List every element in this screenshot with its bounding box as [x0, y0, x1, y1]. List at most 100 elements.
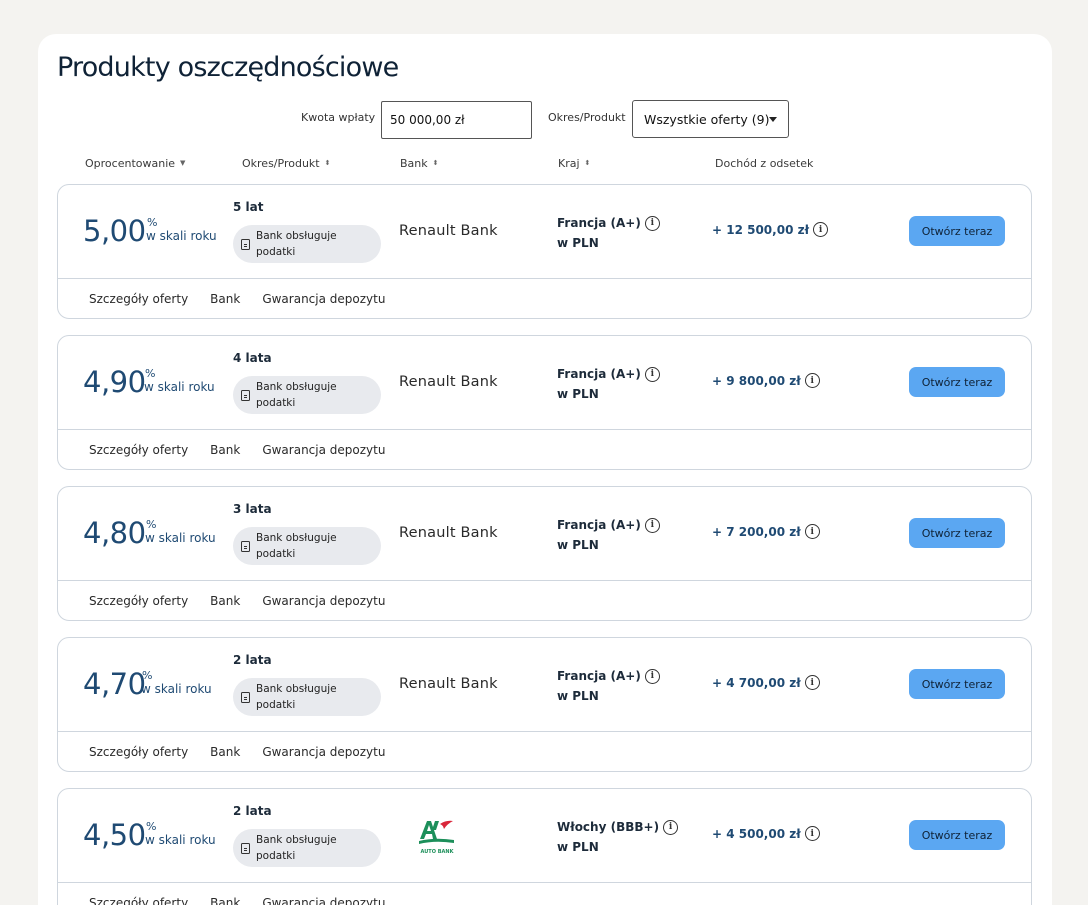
tax-badge-line: Bank obsługuje	[256, 381, 337, 393]
percent-sign: %	[146, 518, 157, 531]
percent-sign: %	[147, 216, 158, 229]
interest-income: + 12 500,00 zł i	[712, 222, 829, 237]
info-icon[interactable]: i	[644, 517, 660, 533]
tax-badge-line: Bank obsługuje	[256, 683, 337, 695]
card-tabs: Szczegóły oferty Bank Gwarancja depozytu	[58, 429, 1031, 469]
info-icon[interactable]: i	[644, 215, 660, 231]
interest-income: + 9 800,00 zł i	[712, 373, 820, 388]
interest-income: + 4 700,00 zł i	[712, 675, 820, 690]
card-tabs: Szczegóły oferty Bank Gwarancja depozytu	[58, 731, 1031, 771]
tab-bank[interactable]: Bank	[210, 443, 240, 457]
tab-offer-details[interactable]: Szczegóły oferty	[89, 594, 188, 608]
period-filter-label: Okres/Produkt	[548, 111, 626, 124]
page-title: Produkty oszczędnościowe	[57, 52, 399, 83]
open-now-button[interactable]: Otwórz teraz	[909, 669, 1005, 699]
sort-icon: ⬍	[324, 159, 331, 167]
percent-sign: %	[146, 820, 157, 833]
tab-bank[interactable]: Bank	[210, 594, 240, 608]
offer-card: 4,80 % w skali roku 3 lata Bank obsługuj…	[57, 486, 1032, 621]
interest-rate: 5,00	[83, 214, 146, 248]
open-now-button[interactable]: Otwórz teraz	[909, 216, 1005, 246]
rate-unit: w skali roku	[144, 380, 215, 394]
income-value: + 4 700,00 zł	[712, 675, 801, 690]
tab-deposit-guarantee[interactable]: Gwarancja depozytu	[262, 896, 385, 905]
rate-unit: w skali roku	[146, 229, 217, 243]
tab-offer-details[interactable]: Szczegóły oferty	[89, 443, 188, 457]
tab-bank[interactable]: Bank	[210, 745, 240, 759]
amount-label: Kwota wpłaty	[301, 111, 376, 124]
amount-input[interactable]	[381, 101, 532, 139]
tax-badge-line: podatki	[256, 246, 296, 258]
country-rating: Francja (A+)	[557, 669, 641, 683]
offer-period: 3 lata	[233, 502, 272, 516]
tab-deposit-guarantee[interactable]: Gwarancja depozytu	[262, 594, 385, 608]
tab-deposit-guarantee[interactable]: Gwarancja depozytu	[262, 292, 385, 306]
period-select[interactable]: Wszystkie oferty (9)	[632, 100, 789, 138]
period-select-value: Wszystkie oferty (9)	[644, 111, 770, 127]
income-value: + 12 500,00 zł	[712, 222, 810, 237]
info-icon[interactable]: i	[804, 826, 820, 841]
open-now-button[interactable]: Otwórz teraz	[909, 518, 1005, 548]
card-tabs: Szczegóły oferty Bank Gwarancja depozytu	[58, 278, 1031, 318]
tax-badge: Bank obsługuje podatki	[233, 527, 381, 565]
info-icon[interactable]: i	[644, 668, 660, 684]
info-icon[interactable]: i	[804, 524, 820, 539]
document-icon	[241, 842, 250, 854]
column-header-income: Dochód z odsetek	[715, 157, 813, 170]
tax-badge-line: podatki	[256, 397, 296, 409]
document-icon	[241, 540, 250, 552]
tab-offer-details[interactable]: Szczegóły oferty	[89, 745, 188, 759]
column-header-bank[interactable]: Bank ⬍	[400, 157, 439, 170]
info-icon[interactable]: i	[804, 373, 820, 388]
column-header-country[interactable]: Kraj ⬍	[558, 157, 590, 170]
tax-badge: Bank obsługuje podatki	[233, 376, 381, 414]
tab-bank[interactable]: Bank	[210, 896, 240, 905]
tab-deposit-guarantee[interactable]: Gwarancja depozytu	[262, 443, 385, 457]
rate-unit: w skali roku	[141, 682, 212, 696]
chevron-down-icon	[769, 117, 777, 122]
card-tabs: Szczegóły oferty Bank Gwarancja depozytu	[58, 580, 1031, 620]
currency: w PLN	[557, 236, 599, 250]
column-header-period[interactable]: Okres/Produkt ⬍	[242, 157, 330, 170]
tab-bank[interactable]: Bank	[210, 292, 240, 306]
tax-badge-line: podatki	[256, 850, 296, 862]
interest-income: + 4 500,00 zł i	[712, 826, 820, 841]
open-now-button[interactable]: Otwórz teraz	[909, 820, 1005, 850]
tab-offer-details[interactable]: Szczegóły oferty	[89, 896, 188, 905]
country-info: Włochy (BBB+) i w PLN	[557, 817, 679, 857]
tax-badge-line: Bank obsługuje	[256, 230, 337, 242]
offer-period: 4 lata	[233, 351, 272, 365]
column-header-label: Kraj	[558, 157, 580, 170]
country-info: Francja (A+) i w PLN	[557, 666, 660, 706]
tax-badge: Bank obsługuje podatki	[233, 225, 381, 263]
card-tabs: Szczegóły oferty Bank Gwarancja depozytu	[58, 882, 1031, 905]
column-header-label: Bank	[400, 157, 428, 170]
info-icon[interactable]: i	[663, 819, 679, 835]
document-icon	[241, 389, 250, 401]
column-header-label: Dochód z odsetek	[715, 157, 814, 170]
tax-badge: Bank obsługuje podatki	[233, 678, 381, 716]
tab-offer-details[interactable]: Szczegóły oferty	[89, 292, 188, 306]
info-icon[interactable]: i	[813, 222, 829, 237]
offer-card: 4,50 % w skali roku 2 lata Bank obsługuj…	[57, 788, 1032, 905]
offer-card: 5,00 % w skali roku 5 lat Bank obsługuje…	[57, 184, 1032, 319]
info-icon[interactable]: i	[804, 675, 820, 690]
currency: w PLN	[557, 840, 599, 854]
open-now-button[interactable]: Otwórz teraz	[909, 367, 1005, 397]
rate-unit: w skali roku	[145, 531, 216, 545]
interest-rate: 4,90	[83, 365, 146, 399]
income-value: + 9 800,00 zł	[712, 373, 801, 388]
bank-name: Renault Bank	[399, 525, 498, 541]
country-info: Francja (A+) i w PLN	[557, 364, 660, 404]
currency: w PLN	[557, 387, 599, 401]
column-header-label: Okres/Produkt	[242, 157, 320, 170]
income-value: + 7 200,00 zł	[712, 524, 801, 539]
tab-deposit-guarantee[interactable]: Gwarancja depozytu	[262, 745, 385, 759]
country-rating: Włochy (BBB+)	[557, 820, 660, 834]
logo-text: AUTO BANK	[421, 849, 455, 855]
offer-period: 2 lata	[233, 653, 272, 667]
sort-desc-icon: ▼	[180, 159, 186, 167]
tax-badge-line: Bank obsługuje	[256, 834, 337, 846]
info-icon[interactable]: i	[644, 366, 660, 382]
column-header-rate[interactable]: Oprocentowanie ▼	[85, 157, 185, 170]
